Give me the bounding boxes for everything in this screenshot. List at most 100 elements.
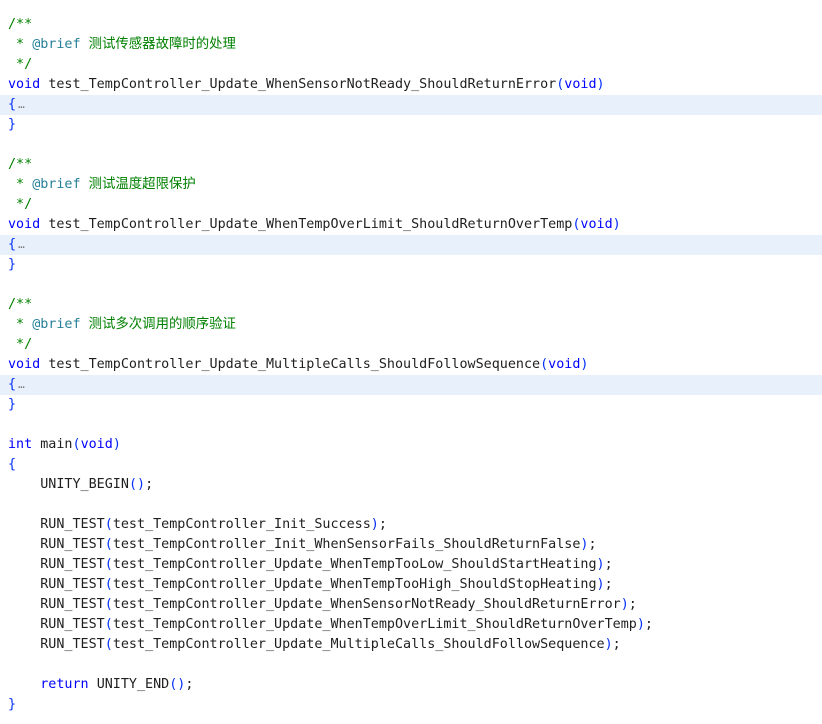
semicolon: ;: [628, 597, 637, 612]
run-test-line[interactable]: RUN_TEST(test_TempController_Update_When…: [0, 555, 822, 575]
paren-close: ): [596, 77, 605, 92]
run-test-line[interactable]: RUN_TEST(test_TempController_Update_When…: [0, 595, 822, 615]
paren-open: (: [104, 637, 113, 652]
doc-comment-close[interactable]: */: [0, 335, 822, 355]
paren-close: ): [370, 517, 379, 532]
main-close-brace-line[interactable]: }: [0, 695, 822, 715]
semicolon: ;: [604, 557, 613, 572]
semicolon: ;: [185, 677, 194, 692]
function-name: test_TempController_Update_WhenSensorNot…: [48, 77, 557, 92]
paren-open: (: [104, 537, 113, 552]
folded-region[interactable]: {…: [0, 95, 822, 115]
paren-close: ): [580, 357, 589, 372]
run-test-line[interactable]: RUN_TEST(test_TempController_Update_Mult…: [0, 635, 822, 655]
function-signature[interactable]: void test_TempController_Update_WhenTemp…: [0, 215, 822, 235]
function-call: UNITY_BEGIN: [40, 477, 129, 492]
paren-pair: (): [128, 477, 146, 492]
run-test-line[interactable]: RUN_TEST(test_TempController_Update_When…: [0, 575, 822, 595]
close-brace-line[interactable]: }: [0, 115, 822, 135]
test-function-name: test_TempController_Update_WhenTempTooLo…: [112, 557, 597, 572]
run-test-line[interactable]: RUN_TEST(test_TempController_Init_Succes…: [0, 515, 822, 535]
param-keyword: void: [580, 217, 613, 232]
paren-close: ): [620, 597, 629, 612]
run-test-list: RUN_TEST(test_TempController_Init_Succes…: [0, 515, 822, 655]
test-function-name: test_TempController_Init_WhenSensorFails…: [112, 537, 581, 552]
fold-placeholder-icon[interactable]: …: [18, 378, 25, 391]
paren-open: (: [72, 437, 81, 452]
keyword: int: [8, 437, 33, 452]
return-line[interactable]: return UNITY_END();: [0, 675, 822, 695]
test-function-name: test_TempController_Update_MultipleCalls…: [112, 637, 605, 652]
folded-region[interactable]: {…: [0, 375, 822, 395]
brief-text: 测试传感器故障时的处理: [80, 37, 236, 52]
test-function-name: test_TempController_Update_WhenTempTooHi…: [112, 577, 597, 592]
semicolon: ;: [612, 637, 621, 652]
unity-begin-line[interactable]: UNITY_BEGIN();: [0, 475, 822, 495]
comment-text: *: [8, 177, 33, 192]
blank-line[interactable]: [0, 275, 822, 295]
doc-comment-open[interactable]: /**: [0, 15, 822, 35]
doc-comment-brief[interactable]: * @brief 测试传感器故障时的处理: [0, 35, 822, 55]
brief-text: 测试多次调用的顺序验证: [80, 317, 236, 332]
param-keyword: void: [80, 437, 113, 452]
main-signature[interactable]: int main(void): [0, 435, 822, 455]
paren-open: (: [104, 597, 113, 612]
keyword: return: [40, 677, 89, 692]
brief-text: 测试温度超限保护: [80, 177, 196, 192]
paren-close: ): [636, 617, 645, 632]
fold-placeholder-icon[interactable]: …: [18, 98, 25, 111]
blank-line[interactable]: [0, 655, 822, 675]
test-function-name: test_TempController_Update_WhenTempOverL…: [112, 617, 637, 632]
open-brace: {: [8, 377, 17, 392]
blank-line[interactable]: [0, 135, 822, 155]
doc-comment-close[interactable]: */: [0, 195, 822, 215]
blank-line[interactable]: [0, 415, 822, 435]
paren-open: (: [104, 557, 113, 572]
run-test-macro: RUN_TEST: [40, 597, 105, 612]
doc-comment-open[interactable]: /**: [0, 155, 822, 175]
comment-text: *: [8, 37, 33, 52]
param-keyword: void: [548, 357, 581, 372]
run-test-macro: RUN_TEST: [40, 637, 105, 652]
paren-pair: (): [169, 677, 186, 692]
comment-text: */: [8, 57, 33, 72]
run-test-macro: RUN_TEST: [40, 517, 105, 532]
open-brace: {: [8, 97, 17, 112]
paren-open: (: [104, 577, 113, 592]
comment-text: /**: [8, 297, 33, 312]
run-test-macro: RUN_TEST: [40, 617, 105, 632]
fold-placeholder-icon[interactable]: …: [18, 238, 25, 251]
keyword: void: [8, 77, 41, 92]
run-test-macro: RUN_TEST: [40, 557, 105, 572]
comment-text: */: [8, 337, 33, 352]
doc-comment-brief[interactable]: * @brief 测试多次调用的顺序验证: [0, 315, 822, 335]
function-signature[interactable]: void test_TempController_Update_WhenSens…: [0, 75, 822, 95]
semicolon: ;: [378, 517, 387, 532]
open-brace: {: [8, 237, 17, 252]
keyword: void: [8, 357, 41, 372]
main-open-brace-line[interactable]: {: [0, 455, 822, 475]
code-editor[interactable]: /** * @brief 测试传感器故障时的处理 */ void test_Te…: [0, 15, 822, 715]
paren-close: ): [604, 637, 613, 652]
paren-close: ): [612, 217, 621, 232]
folded-region[interactable]: {…: [0, 235, 822, 255]
paren-open: (: [104, 617, 113, 632]
run-test-line[interactable]: RUN_TEST(test_TempController_Update_When…: [0, 615, 822, 635]
semicolon: ;: [644, 617, 653, 632]
doc-comment-close[interactable]: */: [0, 55, 822, 75]
paren-open: (: [104, 517, 113, 532]
run-test-line[interactable]: RUN_TEST(test_TempController_Init_WhenSe…: [0, 535, 822, 555]
function-signature[interactable]: void test_TempController_Update_Multiple…: [0, 355, 822, 375]
close-brace-line[interactable]: }: [0, 395, 822, 415]
run-test-macro: RUN_TEST: [40, 577, 105, 592]
doc-comment-brief[interactable]: * @brief 测试温度超限保护: [0, 175, 822, 195]
test-function-name: test_TempController_Init_Success: [112, 517, 371, 532]
paren-close: ): [596, 557, 605, 572]
comment-text: /**: [8, 17, 33, 32]
keyword: void: [8, 217, 41, 232]
blank-line[interactable]: [0, 495, 822, 515]
close-brace-line[interactable]: }: [0, 255, 822, 275]
function-name: test_TempController_Update_WhenTempOverL…: [48, 217, 573, 232]
run-test-macro: RUN_TEST: [40, 537, 105, 552]
doc-comment-open[interactable]: /**: [0, 295, 822, 315]
